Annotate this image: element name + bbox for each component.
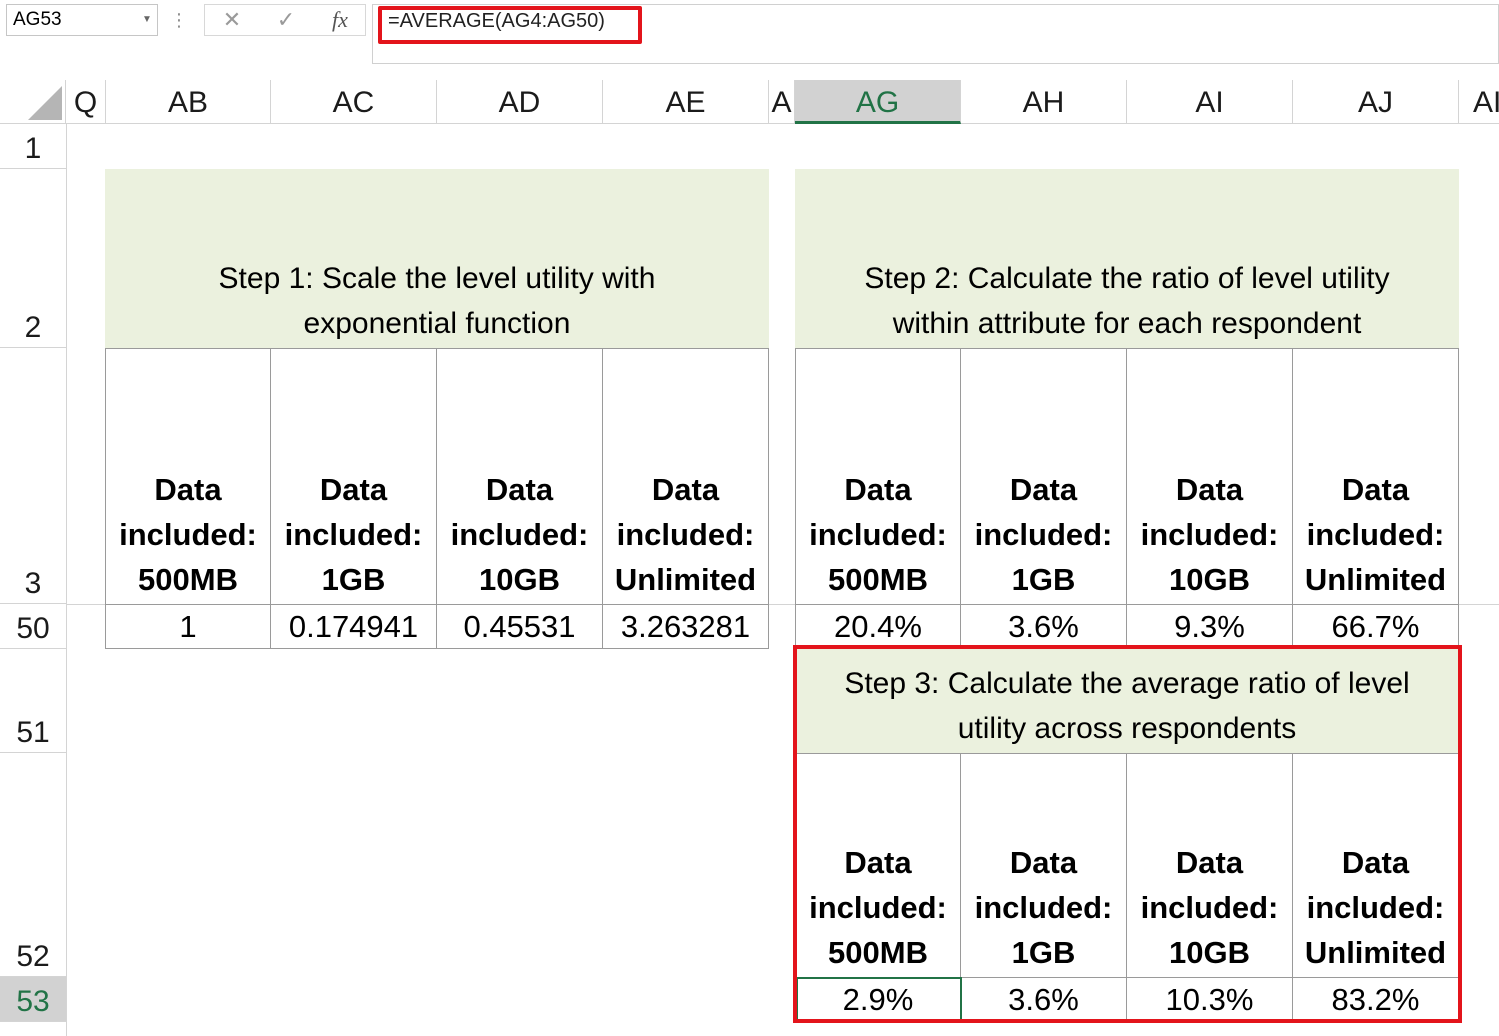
column-header-ak[interactable]: AI	[1459, 80, 1499, 124]
header-line: 500MB	[138, 562, 238, 597]
step2-title-cell[interactable]: Step 2: Calculate the ratio of level uti…	[795, 169, 1459, 348]
select-all-triangle-icon	[28, 86, 62, 120]
header-line: included:	[1140, 517, 1279, 552]
column-header-ah[interactable]: AH	[961, 80, 1127, 124]
step2-title-line2: within attribute for each respondent	[892, 307, 1362, 340]
step2-value-unlimited[interactable]: 66.7%	[1293, 604, 1459, 649]
enter-check-icon[interactable]: ✓	[259, 5, 313, 35]
step1-value-10gb[interactable]: 0.45531	[437, 604, 603, 649]
step2-header-10gb[interactable]: Data included: 10GB	[1127, 348, 1293, 604]
header-line: Unlimited	[1304, 562, 1447, 597]
column-header-ad[interactable]: AD	[437, 80, 603, 124]
column-header-ac[interactable]: AC	[271, 80, 437, 124]
row-header-3[interactable]: 3	[0, 348, 66, 604]
name-box[interactable]: AG53	[6, 4, 158, 36]
formula-highlight-box	[378, 6, 642, 44]
column-header-af[interactable]: A	[769, 80, 795, 124]
step2-header-500mb[interactable]: Data included: 500MB	[795, 348, 961, 604]
row-header-50[interactable]: 50	[0, 604, 66, 649]
insert-function-icon[interactable]: fx	[313, 5, 367, 35]
formula-buttons: ✕ ✓ fx	[204, 4, 366, 36]
step1-header-500mb[interactable]: Data included: 500MB	[105, 348, 271, 604]
step1-header-1gb[interactable]: Data included: 1GB	[271, 348, 437, 604]
step1-value-1gb[interactable]: 0.174941	[271, 604, 437, 649]
step2-title-line1: Step 2: Calculate the ratio of level uti…	[864, 262, 1390, 295]
step2-value-1gb[interactable]: 3.6%	[961, 604, 1127, 649]
formula-bar-grip-icon[interactable]: ⋮	[170, 6, 188, 34]
step2-value-500mb[interactable]: 20.4%	[795, 604, 961, 649]
step1-title-cell[interactable]: Step 1: Scale the level utility with exp…	[105, 169, 769, 348]
column-header-ai[interactable]: AI	[1127, 80, 1293, 124]
row-header-1[interactable]: 1	[0, 124, 66, 169]
column-header-ab[interactable]: AB	[106, 80, 271, 124]
header-line: included:	[450, 517, 589, 552]
header-line: 10GB	[1169, 562, 1250, 597]
header-line: included:	[974, 517, 1113, 552]
row-header-2[interactable]: 2	[0, 169, 66, 348]
cancel-icon[interactable]: ✕	[205, 5, 259, 35]
header-line: Data	[319, 472, 388, 507]
header-line: Data	[651, 472, 720, 507]
header-line: Data	[1175, 472, 1244, 507]
column-header-ae[interactable]: AE	[603, 80, 769, 124]
step1-header-10gb[interactable]: Data included: 10GB	[437, 348, 603, 604]
header-line: Data	[1009, 472, 1078, 507]
row-header-53[interactable]: 53	[0, 977, 66, 1022]
header-line: 10GB	[479, 562, 560, 597]
step1-title-line2: exponential function	[303, 307, 571, 340]
step1-header-unlimited[interactable]: Data included: Unlimited	[603, 348, 769, 604]
header-line: Data	[485, 472, 554, 507]
header-line: included:	[119, 517, 257, 552]
header-line: included:	[809, 517, 947, 552]
step2-header-1gb[interactable]: Data included: 1GB	[961, 348, 1127, 604]
step1-value-500mb[interactable]: 1	[105, 604, 271, 649]
header-line: included:	[616, 517, 755, 552]
header-line: 500MB	[828, 562, 928, 597]
step3-highlight-box	[793, 645, 1462, 1023]
step2-header-unlimited[interactable]: Data included: Unlimited	[1293, 348, 1459, 604]
name-box-dropdown-icon[interactable]: ▼	[138, 4, 156, 36]
column-header-q[interactable]: Q	[66, 80, 106, 124]
step2-value-10gb[interactable]: 9.3%	[1127, 604, 1293, 649]
column-header-aj[interactable]: AJ	[1293, 80, 1459, 124]
header-line: Unlimited	[614, 562, 757, 597]
row-header-51[interactable]: 51	[0, 649, 66, 753]
step1-value-unlimited[interactable]: 3.263281	[603, 604, 769, 649]
header-line: included:	[1306, 517, 1445, 552]
row-header-52[interactable]: 52	[0, 753, 66, 977]
header-line: included:	[284, 517, 423, 552]
step1-title-line1: Step 1: Scale the level utility with	[218, 262, 656, 295]
header-line: Data	[844, 472, 912, 507]
header-line: Data	[154, 472, 222, 507]
header-line: Data	[1341, 472, 1410, 507]
header-line: 1GB	[1011, 562, 1076, 597]
column-header-ag[interactable]: AG	[795, 80, 961, 124]
header-line: 1GB	[321, 562, 386, 597]
